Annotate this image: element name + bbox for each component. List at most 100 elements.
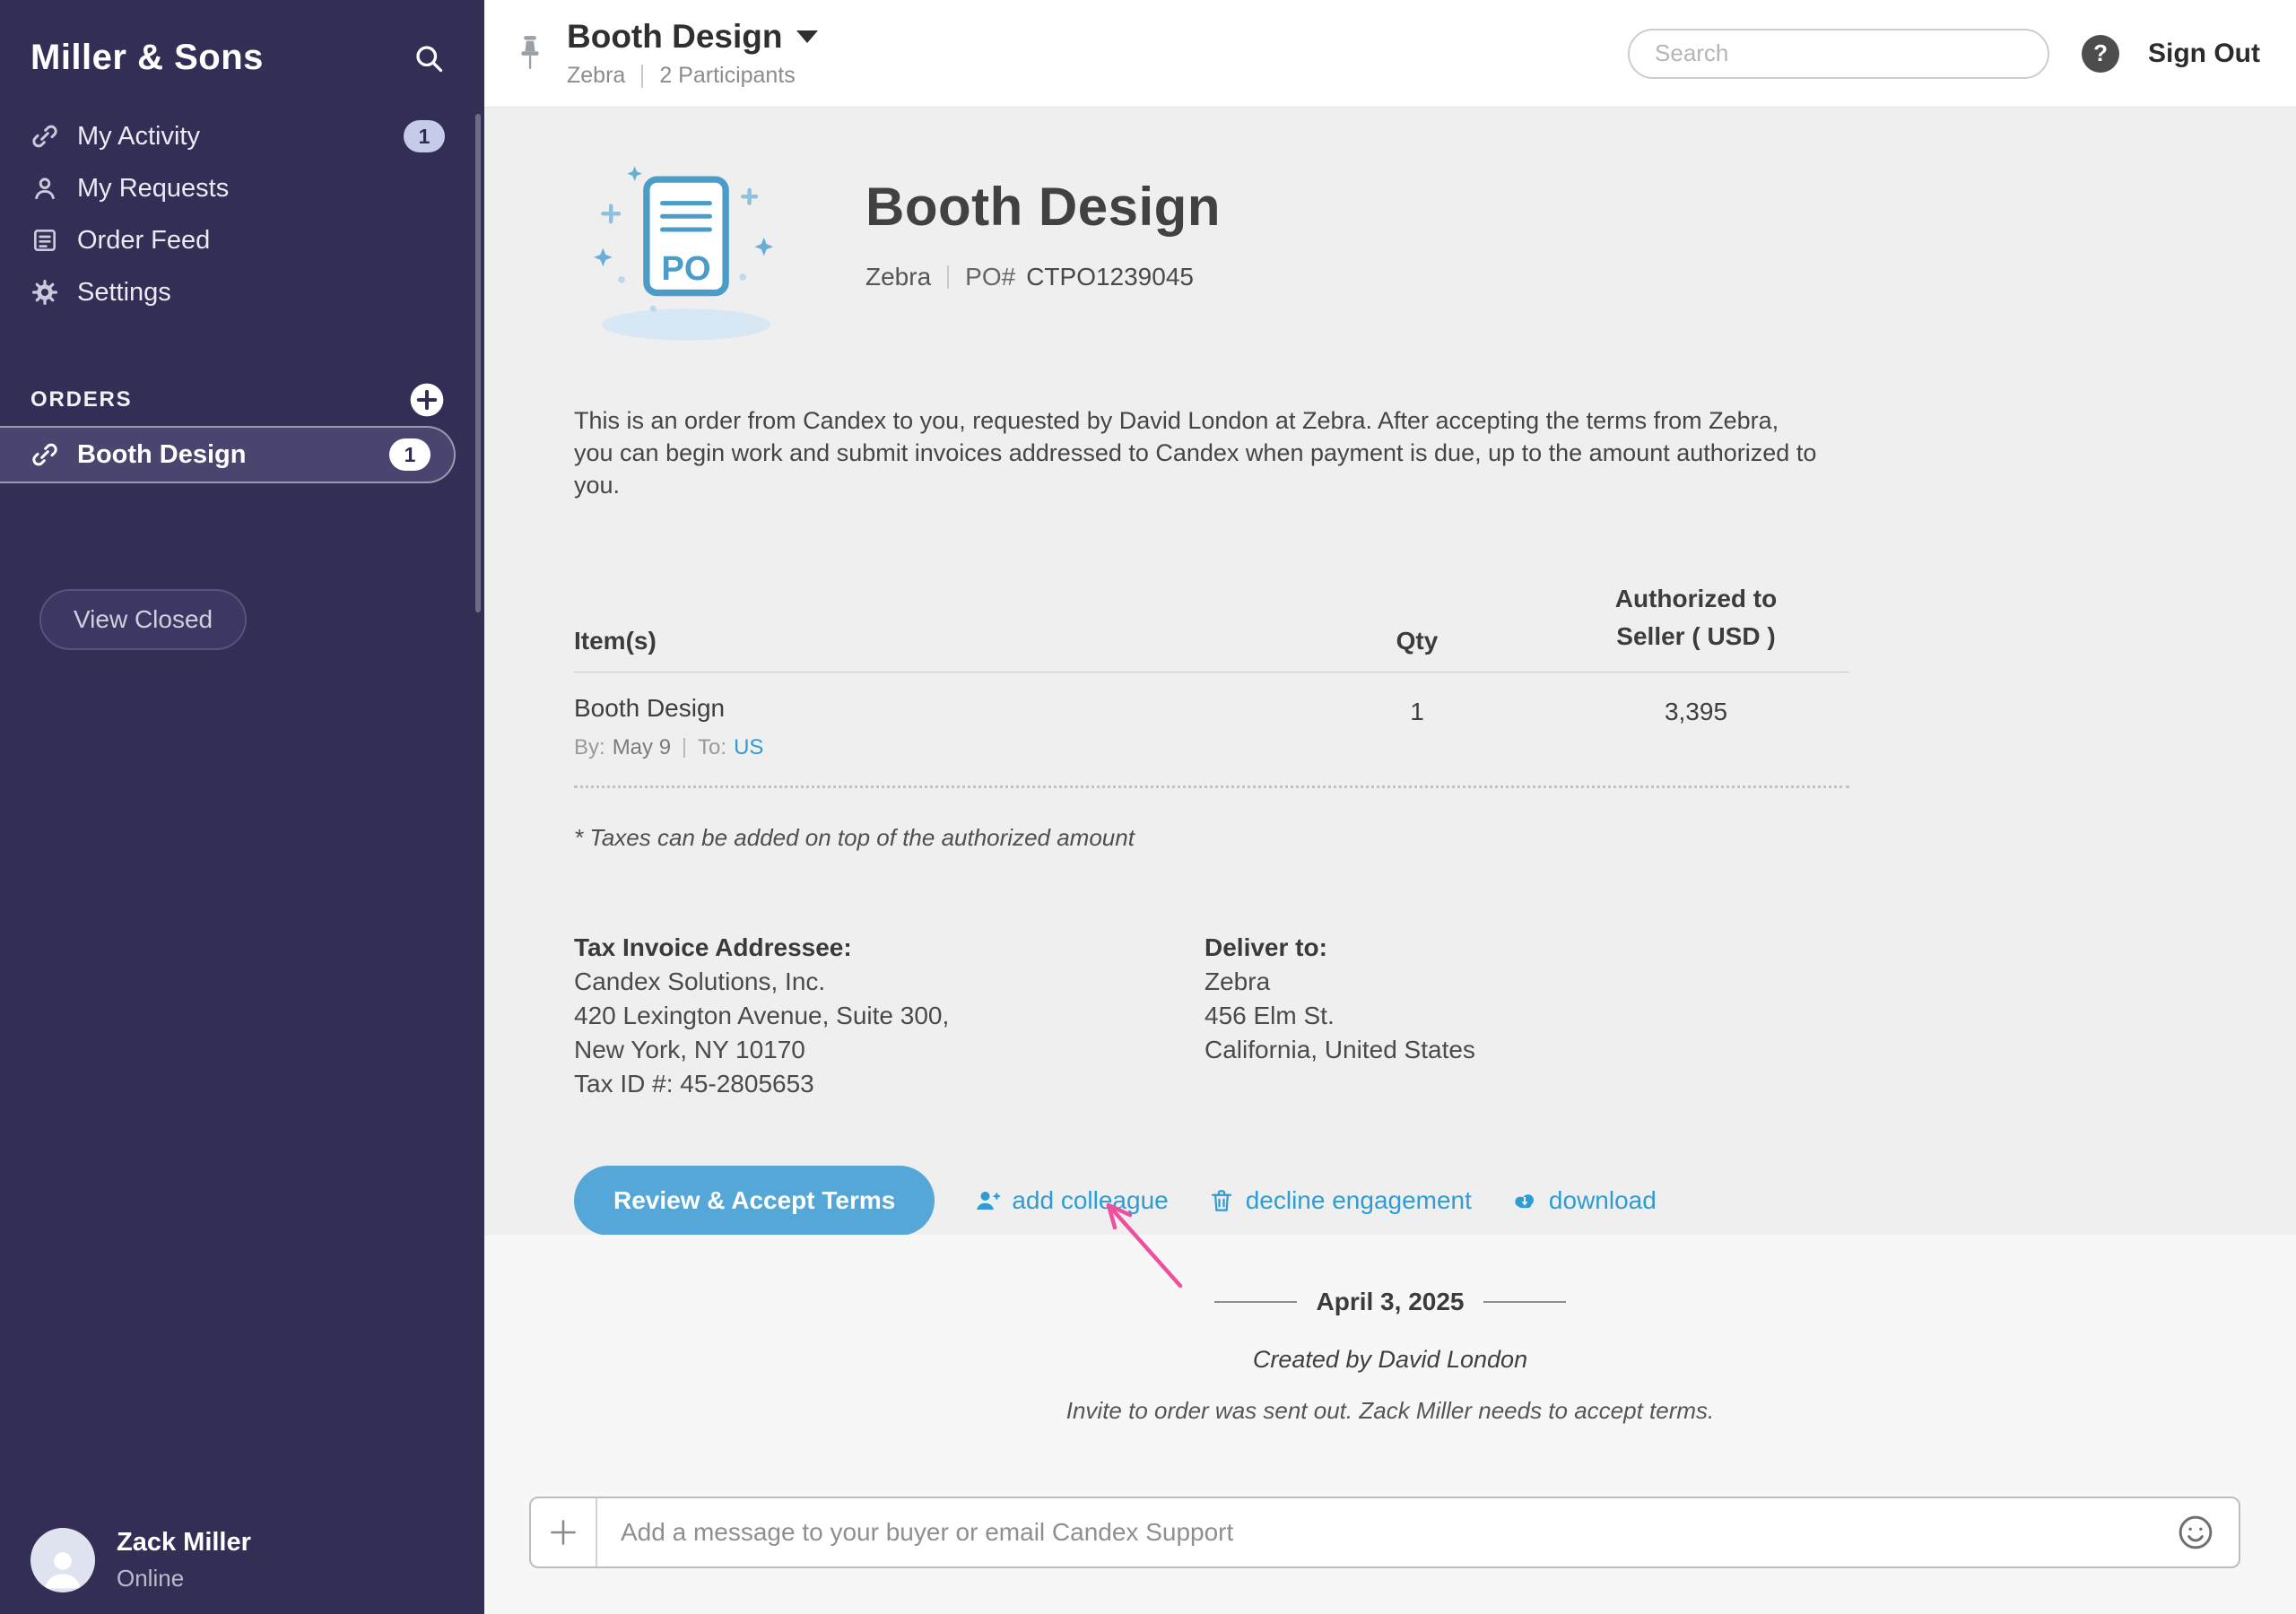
user-name: Zack Miller — [117, 1528, 251, 1558]
divider — [1483, 1301, 1566, 1303]
divider — [947, 265, 949, 289]
addresses: Tax Invoice Addressee: Candex Solutions,… — [574, 931, 2206, 1101]
po-illustration: PO — [574, 149, 798, 355]
divider — [641, 65, 643, 88]
addr-line: 456 Elm St. — [1205, 999, 1835, 1033]
orders-section-header: ORDERS — [0, 374, 484, 426]
po-number: CTPO1239045 — [1026, 263, 1194, 291]
col-items: Item(s) — [574, 627, 1292, 655]
item-amount: 3,395 — [1543, 698, 1849, 726]
order-company: Zebra — [865, 263, 931, 291]
search-icon[interactable] — [413, 42, 445, 74]
timeline-section: April 3, 2025 Created by David London In… — [484, 1235, 2296, 1614]
order-description: This is an order from Candex to you, req… — [574, 404, 1821, 501]
attach-button[interactable] — [531, 1498, 597, 1566]
timeline-date: April 3, 2025 — [1317, 1288, 1465, 1316]
addr-line: 420 Lexington Avenue, Suite 300, — [574, 999, 1205, 1033]
table-row: Booth Design By: May 9 To: US 1 3,395 — [574, 672, 1849, 788]
app-window: Miller & Sons My Activity 1 My Requests — [0, 0, 2296, 1614]
review-accept-terms-button[interactable]: Review & Accept Terms — [574, 1166, 935, 1236]
sidebar-item-label: My Requests — [77, 174, 229, 204]
order-detail: PO — [484, 108, 2296, 1235]
decline-engagement-link[interactable]: decline engagement — [1208, 1186, 1472, 1215]
feed-icon — [30, 226, 59, 255]
top-bar: Booth Design Zebra 2 Participants ? Sign… — [484, 0, 2296, 108]
add-colleague-link[interactable]: add colleague — [974, 1186, 1168, 1215]
by-label: By: — [574, 735, 605, 760]
created-by-text: Created by David London — [484, 1346, 2296, 1374]
avatar[interactable] — [30, 1528, 95, 1592]
by-date: May 9 — [613, 735, 671, 760]
order-title: Booth Design — [865, 176, 1221, 238]
order-link-icon — [30, 440, 59, 469]
sidebar-nav: My Activity 1 My Requests Order Feed Se — [0, 110, 484, 318]
message-input[interactable] — [597, 1518, 2152, 1547]
chevron-down-icon[interactable] — [796, 30, 818, 43]
item-qty: 1 — [1292, 698, 1543, 726]
tax-note: * Taxes can be added on top of the autho… — [574, 824, 2206, 852]
user-panel: Zack Miller Online — [30, 1528, 251, 1592]
emoji-icon[interactable] — [2176, 1513, 2215, 1552]
sidebar-item-my-activity[interactable]: My Activity 1 — [0, 110, 484, 162]
sidebar-item-label: Order Feed — [77, 226, 210, 256]
add-order-button[interactable] — [409, 382, 445, 418]
col-qty: Qty — [1292, 627, 1543, 655]
sidebar-item-settings[interactable]: Settings — [0, 266, 484, 318]
subtitle-company: Zebra — [567, 63, 625, 89]
message-composer — [529, 1497, 2240, 1568]
page-subtitle: Zebra 2 Participants — [567, 63, 818, 89]
person-icon — [30, 174, 59, 203]
to-country-link[interactable]: US — [734, 735, 763, 760]
divider — [683, 738, 685, 758]
sidebar-header: Miller & Sons — [0, 0, 484, 78]
order-badge: 1 — [389, 438, 430, 471]
activity-badge: 1 — [404, 120, 445, 152]
order-label: Booth Design — [77, 440, 247, 470]
sidebar-scrollbar[interactable] — [475, 114, 481, 612]
orders-section-label: ORDERS — [30, 387, 132, 412]
addr-line: Tax ID #: 45-2805653 — [574, 1067, 1205, 1101]
sign-out-button[interactable]: Sign Out — [2148, 39, 2260, 69]
company-name: Miller & Sons — [30, 38, 264, 78]
sidebar-item-order-feed[interactable]: Order Feed — [0, 214, 484, 266]
sidebar-item-my-requests[interactable]: My Requests — [0, 162, 484, 214]
item-name: Booth Design — [574, 694, 1292, 723]
date-divider: April 3, 2025 — [484, 1287, 2296, 1317]
sidebar: Miller & Sons My Activity 1 My Requests — [0, 0, 484, 1614]
view-closed-button[interactable]: View Closed — [39, 589, 247, 650]
items-table: Item(s) Qty Authorized to Seller ( USD )… — [574, 580, 1849, 788]
addr-line: New York, NY 10170 — [574, 1033, 1205, 1067]
add-person-icon — [974, 1187, 1001, 1214]
pin-icon[interactable] — [515, 34, 545, 74]
po-label: PO# — [965, 263, 1015, 291]
status-text: Invite to order was sent out. Zack Mille… — [484, 1397, 2296, 1425]
trash-icon — [1208, 1187, 1235, 1214]
addr-line: Candex Solutions, Inc. — [574, 965, 1205, 999]
deliver-to: Deliver to: Zebra 456 Elm St. California… — [1205, 931, 1835, 1101]
invoice-addressee: Tax Invoice Addressee: Candex Solutions,… — [574, 931, 1205, 1101]
items-table-header: Item(s) Qty Authorized to Seller ( USD ) — [574, 580, 1849, 672]
col-authorized: Authorized to Seller ( USD ) — [1543, 580, 1849, 655]
search-input[interactable] — [1628, 29, 2049, 79]
page-title: Booth Design — [567, 18, 782, 56]
subtitle-participants[interactable]: 2 Participants — [659, 63, 795, 89]
topbar-titles: Booth Design Zebra 2 Participants — [567, 18, 818, 89]
addr-line: Zebra — [1205, 965, 1835, 999]
help-icon[interactable]: ? — [2082, 35, 2119, 73]
actions-row: Review & Accept Terms add colleague decl… — [574, 1166, 2206, 1236]
sidebar-item-label: Settings — [77, 278, 171, 308]
po-line: Zebra PO# CTPO1239045 — [865, 263, 1221, 291]
sidebar-item-label: My Activity — [77, 122, 200, 152]
user-status: Online — [117, 1565, 251, 1592]
download-link[interactable]: download — [1511, 1186, 1657, 1215]
to-label: To: — [698, 735, 726, 760]
activity-link-icon — [30, 122, 59, 151]
divider — [1214, 1301, 1297, 1303]
po-illustration-label: PO — [661, 249, 710, 288]
cloud-download-icon — [1511, 1187, 1538, 1214]
addr-line: California, United States — [1205, 1033, 1835, 1067]
item-subline: By: May 9 To: US — [574, 735, 1292, 760]
sidebar-order-booth-design[interactable]: Booth Design 1 — [0, 426, 456, 483]
gear-icon — [30, 278, 59, 307]
main-area: Booth Design Zebra 2 Participants ? Sign… — [484, 0, 2296, 1614]
